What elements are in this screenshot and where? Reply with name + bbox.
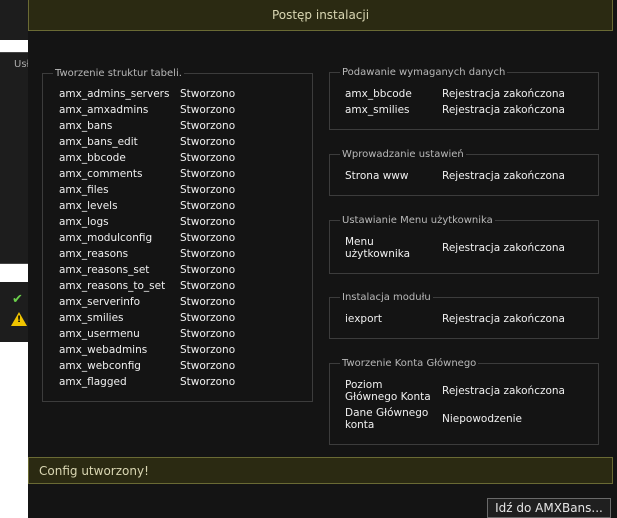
table-structures-legend: Tworzenie struktur tabeli. (55, 68, 182, 79)
table-status: Stworzono (180, 120, 236, 132)
table-status: Stworzono (180, 216, 236, 228)
table-name: amx_modulconfig (59, 232, 153, 244)
settings-legend: Wprowadzanie ustawień (342, 149, 464, 160)
list-item-status: Rejestracja zakończona (442, 170, 565, 182)
list-item-name: Menu (345, 236, 374, 248)
table-name: amx_bbcode (59, 152, 126, 164)
list-item-status: Rejestracja zakończona (442, 313, 565, 325)
table-status: Stworzono (180, 232, 236, 244)
table-status: Stworzono (180, 168, 236, 180)
table-status: Stworzono (180, 344, 236, 356)
install-progress-dialog: Postęp instalacji Tworzenie struktur tab… (28, 0, 617, 518)
list-item-name: amx_bbcode (345, 88, 412, 100)
table-name: amx_webconfig (59, 360, 141, 372)
table-name: amx_reasons_set (59, 264, 150, 276)
list-item-name-line2: użytkownika (345, 248, 411, 260)
table-name: amx_amxadmins (59, 104, 149, 116)
list-item-status: Rejestracja zakończona (442, 242, 565, 254)
table-status: Stworzono (180, 248, 236, 260)
warning-icon: ! (11, 312, 27, 326)
table-status: Stworzono (180, 152, 236, 164)
table-status: Stworzono (180, 200, 236, 212)
table-status: Stworzono (180, 88, 236, 100)
table-status: Stworzono (180, 312, 236, 324)
table-name: amx_levels (59, 200, 118, 212)
table-status: Stworzono (180, 328, 236, 340)
list-item-name-line2: konta (345, 419, 375, 431)
table-name: amx_comments (59, 168, 143, 180)
main-account-legend: Tworzenie Konta Głównego (342, 358, 477, 369)
list-item-name: Strona www (345, 170, 409, 182)
list-item-name: iexport (345, 313, 382, 325)
list-item-status: Niepowodzenie (442, 413, 523, 425)
required-data-legend: Podawanie wymaganych danych (342, 67, 506, 78)
background-panel: Usł (0, 52, 30, 264)
list-item-name: Dane Głównego (345, 407, 429, 419)
table-status: Stworzono (180, 296, 236, 308)
table-name: amx_webadmins (59, 344, 148, 356)
module-install-legend: Instalacja modułu (342, 292, 431, 303)
table-status: Stworzono (180, 104, 236, 116)
table-name: amx_logs (59, 216, 109, 228)
background-header-bar (0, 0, 30, 40)
table-status: Stworzono (180, 264, 236, 276)
table-name: amx_serverinfo (59, 296, 141, 308)
table-status: Stworzono (180, 280, 236, 292)
background-status-area: ✔ ! (0, 282, 30, 342)
list-item-status: Rejestracja zakończona (442, 385, 565, 397)
table-name: amx_flagged (59, 376, 127, 388)
config-created-message: Config utworzony! (28, 457, 613, 484)
table-name: amx_bans_edit (59, 136, 138, 148)
list-item-name: amx_smilies (345, 104, 410, 116)
table-name: amx_admins_servers (59, 88, 170, 100)
background-page: Usł ✔ ! (0, 0, 30, 518)
table-name: amx_usermenu (59, 328, 140, 340)
table-status: Stworzono (180, 376, 236, 388)
table-status: Stworzono (180, 136, 236, 148)
table-status: Stworzono (180, 184, 236, 196)
dialog-title: Postęp instalacji (28, 0, 613, 31)
list-item-name-line2: Głównego Konta (345, 391, 431, 403)
checkmark-icon: ✔ (12, 292, 23, 307)
list-item-name: Poziom (345, 379, 383, 391)
table-name: amx_bans (59, 120, 113, 132)
table-name: amx_files (59, 184, 109, 196)
table-name: amx_smilies (59, 312, 124, 324)
list-item-status: Rejestracja zakończona (442, 88, 565, 100)
table-status: Stworzono (180, 360, 236, 372)
go-to-amxbans-button[interactable]: Idź do AMXBans... (487, 498, 611, 518)
user-menu-legend: Ustawianie Menu użytkownika (342, 215, 493, 226)
table-name: amx_reasons (59, 248, 129, 260)
table-name: amx_reasons_to_set (59, 280, 166, 292)
list-item-status: Rejestracja zakończona (442, 104, 565, 116)
